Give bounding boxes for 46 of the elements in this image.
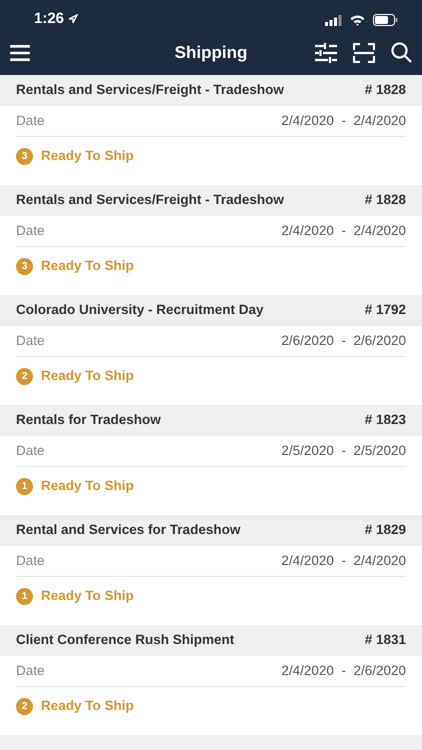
location-icon [68, 14, 78, 24]
status-label: Ready To Ship [41, 256, 134, 275]
wifi-icon [350, 14, 365, 26]
shipment-number: # 1792 [364, 301, 406, 320]
count-badge: 1 [16, 478, 33, 494]
count-badge: 2 [16, 698, 33, 714]
status-label: Ready To Ship [41, 366, 134, 385]
shipment-name: Colorado University - Recruitment Day [16, 301, 264, 320]
status-label: Ready To Ship [41, 696, 134, 715]
date-range: 2/5/2020 - 2/5/2020 [281, 442, 406, 460]
shipment-name: Rental and Services for Tradeshow [16, 521, 240, 540]
date-label: Date [16, 332, 45, 350]
shipment-number: # 1829 [364, 521, 406, 540]
filter-sliders-icon[interactable] [315, 42, 337, 62]
date-label: Date [16, 112, 45, 130]
count-badge: 3 [16, 148, 33, 164]
date-label: Date [16, 222, 45, 240]
search-icon[interactable] [391, 42, 412, 63]
date-range: 2/6/2020 - 2/6/2020 [281, 332, 406, 350]
date-label: Date [16, 662, 45, 680]
shipment-name: Rentals and Services/Freight - Tradeshow [16, 191, 284, 210]
shipment-name: Rentals and Services/Freight - Tradeshow [16, 81, 284, 100]
screen-title: Shipping [174, 42, 248, 64]
scan-frame-icon[interactable] [353, 42, 375, 62]
menu-icon[interactable] [10, 44, 30, 60]
shipment-number: # 1828 [364, 191, 406, 210]
count-badge: 2 [16, 368, 33, 384]
count-badge: 3 [16, 258, 33, 274]
shipment-name: Rentals for Tradeshow [16, 411, 161, 430]
shipment-number: # 1823 [364, 411, 406, 430]
date-label: Date [16, 442, 45, 460]
count-badge: 1 [16, 588, 33, 604]
signal-icon [325, 14, 342, 26]
date-range: 2/4/2020 - 2/4/2020 [281, 222, 406, 240]
status-time: 1:26 [34, 8, 64, 28]
shipment-number: # 1828 [364, 81, 406, 100]
shipment-name: Client Conference Rush Shipment [16, 631, 234, 650]
status-label: Ready To Ship [41, 586, 134, 605]
date-range: 2/4/2020 - 2/4/2020 [281, 112, 406, 130]
battery-icon [373, 14, 398, 26]
shipment-number: # 1831 [364, 631, 406, 650]
status-label: Ready To Ship [41, 476, 134, 495]
date-label: Date [16, 552, 45, 570]
date-range: 2/4/2020 - 2/6/2020 [281, 662, 406, 680]
status-label: Ready To Ship [41, 146, 134, 165]
date-range: 2/4/2020 - 2/4/2020 [281, 552, 406, 570]
